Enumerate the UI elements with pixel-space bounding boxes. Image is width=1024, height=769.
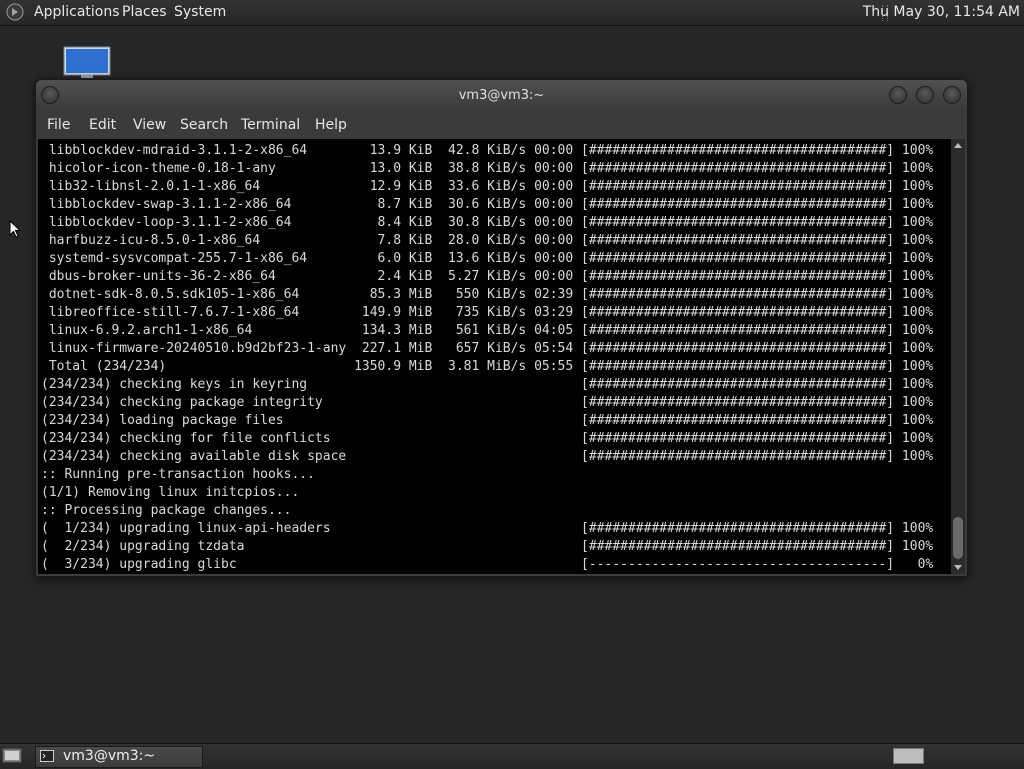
terminal-line: linux-firmware-20240510.b9d2bf23-1-any 2… [41, 341, 934, 356]
terminal-line: ( 2/234) upgrading tzdata [#############… [41, 539, 934, 554]
terminal-line: linux-6.9.2.arch1-1-x86_64 134.3 MiB 561… [41, 323, 934, 338]
minimize-button[interactable] [889, 86, 907, 104]
scrollbar[interactable] [951, 139, 965, 574]
workspace-switcher[interactable] [893, 748, 924, 764]
scroll-up-icon[interactable] [954, 143, 962, 148]
system-menu[interactable]: System [174, 4, 226, 20]
menubar: File Edit View Search Terminal Help [36, 110, 967, 138]
menu-view[interactable]: View [133, 117, 166, 133]
terminal-output[interactable]: libblockdev-mdraid-3.1.1-2-x86_64 13.9 K… [38, 139, 951, 574]
terminal-line: (234/234) checking keys in keyring [####… [41, 377, 934, 392]
terminal-line: :: Running pre-transaction hooks... [41, 467, 315, 482]
terminal-line: harfbuzz-icu-8.5.0-1-x86_64 7.8 KiB 28.0… [41, 233, 934, 248]
menu-file[interactable]: File [47, 117, 70, 133]
terminal-line: dotnet-sdk-8.0.5.sdk105-1-x86_64 85.3 Mi… [41, 287, 934, 302]
terminal-window: vm3@vm3:~ File Edit View Search Terminal… [35, 79, 968, 577]
taskbar-terminal-button[interactable]: vm3@vm3:~ [35, 746, 203, 768]
close-button[interactable] [943, 86, 961, 104]
window-title: vm3@vm3:~ [458, 88, 545, 103]
scroll-down-icon[interactable] [954, 565, 962, 570]
terminal-line: (1/1) Removing linux initcpios... [41, 485, 300, 500]
terminal-line: (234/234) checking package integrity [##… [41, 395, 934, 410]
terminal-line: (234/234) loading package files [#######… [41, 413, 934, 428]
terminal-line: libreoffice-still-7.6.7-1-x86_64 149.9 M… [41, 305, 934, 320]
terminal-line: (234/234) checking available disk space … [41, 449, 934, 464]
terminal-line: :: Processing package changes... [41, 503, 292, 518]
titlebar[interactable]: vm3@vm3:~ [36, 80, 967, 110]
terminal-line: Total (234/234) 1350.9 MiB 3.81 MiB/s 05… [41, 359, 934, 374]
terminal-text[interactable]: libblockdev-mdraid-3.1.1-2-x86_64 13.9 K… [38, 139, 951, 574]
terminal-line: libblockdev-mdraid-3.1.1-2-x86_64 13.9 K… [41, 143, 934, 158]
computer-icon[interactable] [63, 46, 111, 78]
applications-menu[interactable]: Applications [34, 4, 120, 20]
terminal-line: libblockdev-swap-3.1.1-2-x86_64 8.7 KiB … [41, 197, 934, 212]
bottom-panel: vm3@vm3:~ [0, 743, 1024, 769]
clock[interactable]: Thu May 30, 11:54 AM [863, 4, 1020, 20]
menu-edit[interactable]: Edit [89, 117, 116, 133]
terminal-line: ( 3/234) upgrading glibc [--------------… [41, 557, 934, 572]
terminal-line: hicolor-icon-theme-0.18-1-any 13.0 KiB 3… [41, 161, 934, 176]
terminal-line: dbus-broker-units-36-2-x86_64 2.4 KiB 5.… [41, 269, 934, 284]
terminal-line: systemd-sysvcompat-255.7-1-x86_64 6.0 Ki… [41, 251, 934, 266]
places-menu[interactable]: Places [122, 4, 167, 20]
maximize-button[interactable] [916, 86, 934, 104]
menu-help[interactable]: Help [315, 117, 347, 133]
menu-terminal[interactable]: Terminal [241, 117, 300, 133]
show-desktop-icon[interactable] [2, 748, 22, 764]
scrollbar-thumb[interactable] [953, 517, 963, 559]
terminal-line: libblockdev-loop-3.1.1-2-x86_64 8.4 KiB … [41, 215, 934, 230]
taskbar-label: vm3@vm3:~ [63, 748, 156, 764]
terminal-icon [40, 750, 54, 762]
terminal-line: lib32-libnsl-2.0.1-1-x86_64 12.9 KiB 33.… [41, 179, 934, 194]
top-panel: Applications Places System Thu May 30, 1… [0, 0, 1024, 26]
menu-search[interactable]: Search [180, 117, 228, 133]
mouse-pointer-icon [9, 220, 21, 238]
gnome-foot-icon[interactable] [6, 3, 24, 21]
terminal-line: (234/234) checking for file conflicts [#… [41, 431, 934, 446]
terminal-line: ( 1/234) upgrading linux-api-headers [##… [41, 521, 934, 536]
